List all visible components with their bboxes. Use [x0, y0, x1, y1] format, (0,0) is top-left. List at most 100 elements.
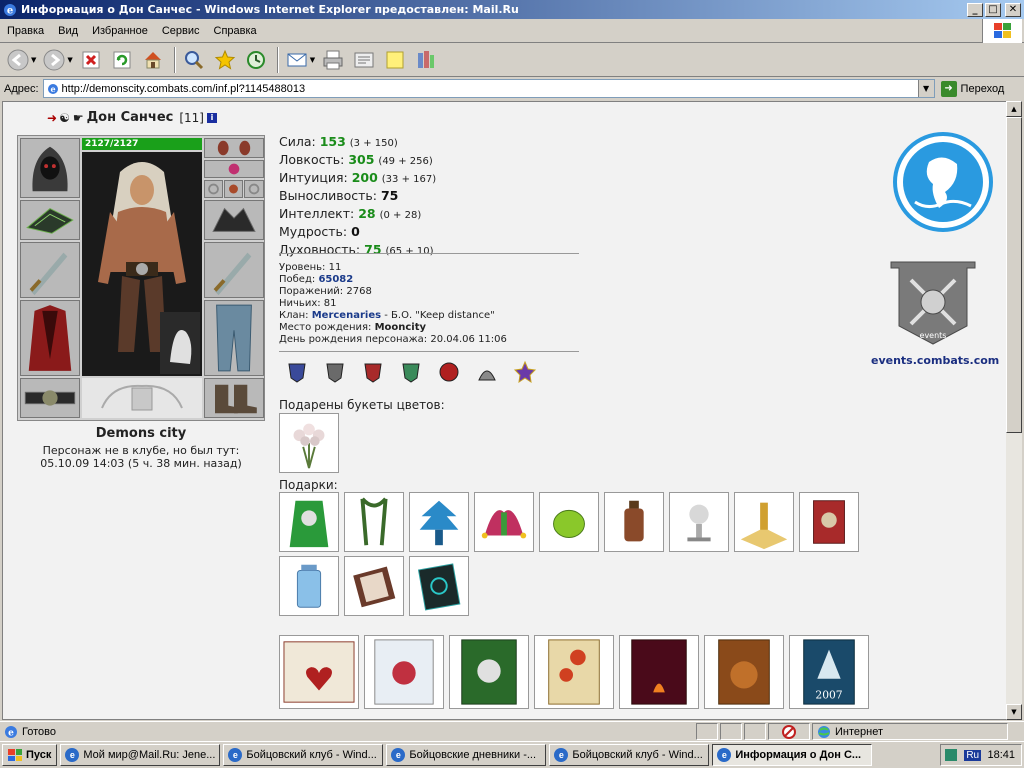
- info-icon[interactable]: i: [207, 112, 217, 123]
- amulet-slot[interactable]: [204, 160, 264, 178]
- card-brown[interactable]: [704, 635, 784, 709]
- close-button[interactable]: ✕: [1005, 2, 1021, 17]
- stat-endurance: Выносливость: 75: [279, 188, 399, 203]
- taskbar-item[interactable]: e Бойцовский клуб - Wind...: [549, 744, 710, 766]
- address-dropdown-icon[interactable]: ▼: [917, 80, 934, 97]
- address-bar: Адрес: e ▼ ➜ Переход: [0, 77, 1024, 100]
- refresh-icon[interactable]: [108, 46, 136, 74]
- ring-1-slot[interactable]: [204, 180, 223, 198]
- gift-flask[interactable]: [604, 492, 664, 552]
- gloves-slot[interactable]: [204, 200, 264, 240]
- character-avatar: [82, 152, 202, 376]
- events-link[interactable]: events.combats.com: [871, 354, 999, 367]
- shield-badge-icon[interactable]: [285, 360, 309, 384]
- gift-milk-can[interactable]: [279, 556, 339, 616]
- detail-birthday: День рождения персонажа: 20.04.06 11:06: [279, 334, 507, 345]
- taskbar-item[interactable]: e Бойцовский клуб - Wind...: [223, 744, 384, 766]
- card-new-year[interactable]: 2007: [789, 635, 869, 709]
- helmet-slot[interactable]: [20, 138, 80, 198]
- wing-badge-icon[interactable]: [475, 360, 499, 384]
- armor-slot[interactable]: [20, 300, 80, 376]
- forward-icon[interactable]: [40, 46, 68, 74]
- menu-edit[interactable]: Правка: [0, 25, 51, 37]
- demons-city-emblem[interactable]: [893, 132, 993, 235]
- history-icon[interactable]: [242, 46, 270, 74]
- tray-app-icon[interactable]: [944, 748, 958, 762]
- edit-icon[interactable]: [350, 46, 378, 74]
- status-line-1: Персонаж не в клубе, но был тут:: [42, 444, 240, 457]
- mail-icon[interactable]: [283, 46, 311, 74]
- taskbar-item[interactable]: e Бойцовские дневники -...: [386, 744, 547, 766]
- card-green-clan[interactable]: [449, 635, 529, 709]
- bracers-slot[interactable]: [20, 200, 80, 240]
- stop-icon[interactable]: [77, 46, 105, 74]
- vertical-scrollbar[interactable]: ▲ ▼: [1006, 101, 1022, 720]
- shield-badge-icon[interactable]: [361, 360, 385, 384]
- stats-panel: Сила: 153 (3 + 150) Ловкость: 305 (49 + …: [279, 134, 436, 260]
- address-field[interactable]: e ▼: [42, 79, 935, 98]
- gift-green-cloak[interactable]: [279, 492, 339, 552]
- note-icon[interactable]: [381, 46, 409, 74]
- flower-bouquet[interactable]: [279, 413, 339, 473]
- taskbar-item-active[interactable]: e Информация о Дон С...: [712, 744, 873, 766]
- menu-help[interactable]: Справка: [207, 25, 264, 37]
- stat-intellect: Интеллект: 28 (0 + 28): [279, 206, 422, 221]
- weapon-left-slot[interactable]: [20, 242, 80, 298]
- weapon-right-slot[interactable]: [204, 242, 264, 298]
- card-balloons[interactable]: [534, 635, 614, 709]
- card-dark-red[interactable]: [619, 635, 699, 709]
- card-valentine[interactable]: [279, 635, 359, 709]
- belt-slot[interactable]: [20, 378, 80, 418]
- mail-dropdown-icon[interactable]: ▼: [310, 56, 315, 64]
- rose-badge-icon[interactable]: [437, 360, 461, 384]
- start-button[interactable]: Пуск: [2, 744, 58, 766]
- minimize-button[interactable]: _: [967, 2, 983, 17]
- back-dropdown-icon[interactable]: ▼: [31, 56, 36, 64]
- favorites-star-icon[interactable]: [211, 46, 239, 74]
- ring-2-slot[interactable]: [224, 180, 243, 198]
- private-message-arrow-icon[interactable]: ➜: [47, 111, 57, 125]
- gift-jester-hat[interactable]: [474, 492, 534, 552]
- menu-view[interactable]: Вид: [51, 25, 85, 37]
- ring-3-slot[interactable]: [244, 180, 264, 198]
- menu-tools[interactable]: Сервис: [155, 25, 207, 37]
- print-icon[interactable]: [319, 46, 347, 74]
- boots-slot[interactable]: [204, 378, 264, 418]
- character-equipment-frame: 2127/2127: [17, 135, 265, 421]
- menu-favorites[interactable]: Избранное: [85, 25, 155, 37]
- gift-chess-board[interactable]: [734, 492, 794, 552]
- star-badge-icon[interactable]: [513, 360, 537, 384]
- search-icon[interactable]: [180, 46, 208, 74]
- research-icon[interactable]: [412, 46, 440, 74]
- leggings-slot[interactable]: [204, 300, 264, 376]
- gift-leather-book[interactable]: [344, 556, 404, 616]
- gift-suspenders[interactable]: [344, 492, 404, 552]
- events-emblem[interactable]: events: [881, 256, 985, 353]
- popup-blocked-icon[interactable]: [768, 723, 810, 740]
- gift-blue-tree[interactable]: [409, 492, 469, 552]
- language-indicator[interactable]: Ru: [964, 749, 982, 761]
- stat-intuition: Интуиция: 200 (33 + 167): [279, 170, 437, 185]
- go-button[interactable]: ➜ Переход: [940, 80, 1004, 97]
- shield-badge-icon[interactable]: [323, 360, 347, 384]
- forward-dropdown-icon[interactable]: ▼: [67, 56, 72, 64]
- earrings-slot[interactable]: [204, 138, 264, 158]
- flowers-title: Подарены букеты цветов:: [279, 398, 445, 412]
- scroll-up-icon[interactable]: ▲: [1006, 101, 1022, 117]
- ie-icon: e: [391, 748, 406, 762]
- maximize-button[interactable]: □: [985, 2, 1001, 17]
- scroll-thumb[interactable]: [1006, 117, 1022, 433]
- back-icon[interactable]: [4, 46, 32, 74]
- gift-red-book[interactable]: [799, 492, 859, 552]
- taskbar-item[interactable]: e Мой мир@Mail.Ru: Jene...: [60, 744, 221, 766]
- shield-badge-icon[interactable]: [399, 360, 423, 384]
- address-input[interactable]: [61, 82, 912, 95]
- gift-green-gem[interactable]: [539, 492, 599, 552]
- scroll-down-icon[interactable]: ▼: [1006, 704, 1022, 720]
- card-white-clan[interactable]: [364, 635, 444, 709]
- home-icon[interactable]: [139, 46, 167, 74]
- clan-link[interactable]: Mercenaries: [312, 310, 381, 321]
- gift-skull-goblet[interactable]: [669, 492, 729, 552]
- gift-dark-book[interactable]: [409, 556, 469, 616]
- taskbar: Пуск e Мой мир@Mail.Ru: Jene... e Бойцовск…: [0, 741, 1024, 768]
